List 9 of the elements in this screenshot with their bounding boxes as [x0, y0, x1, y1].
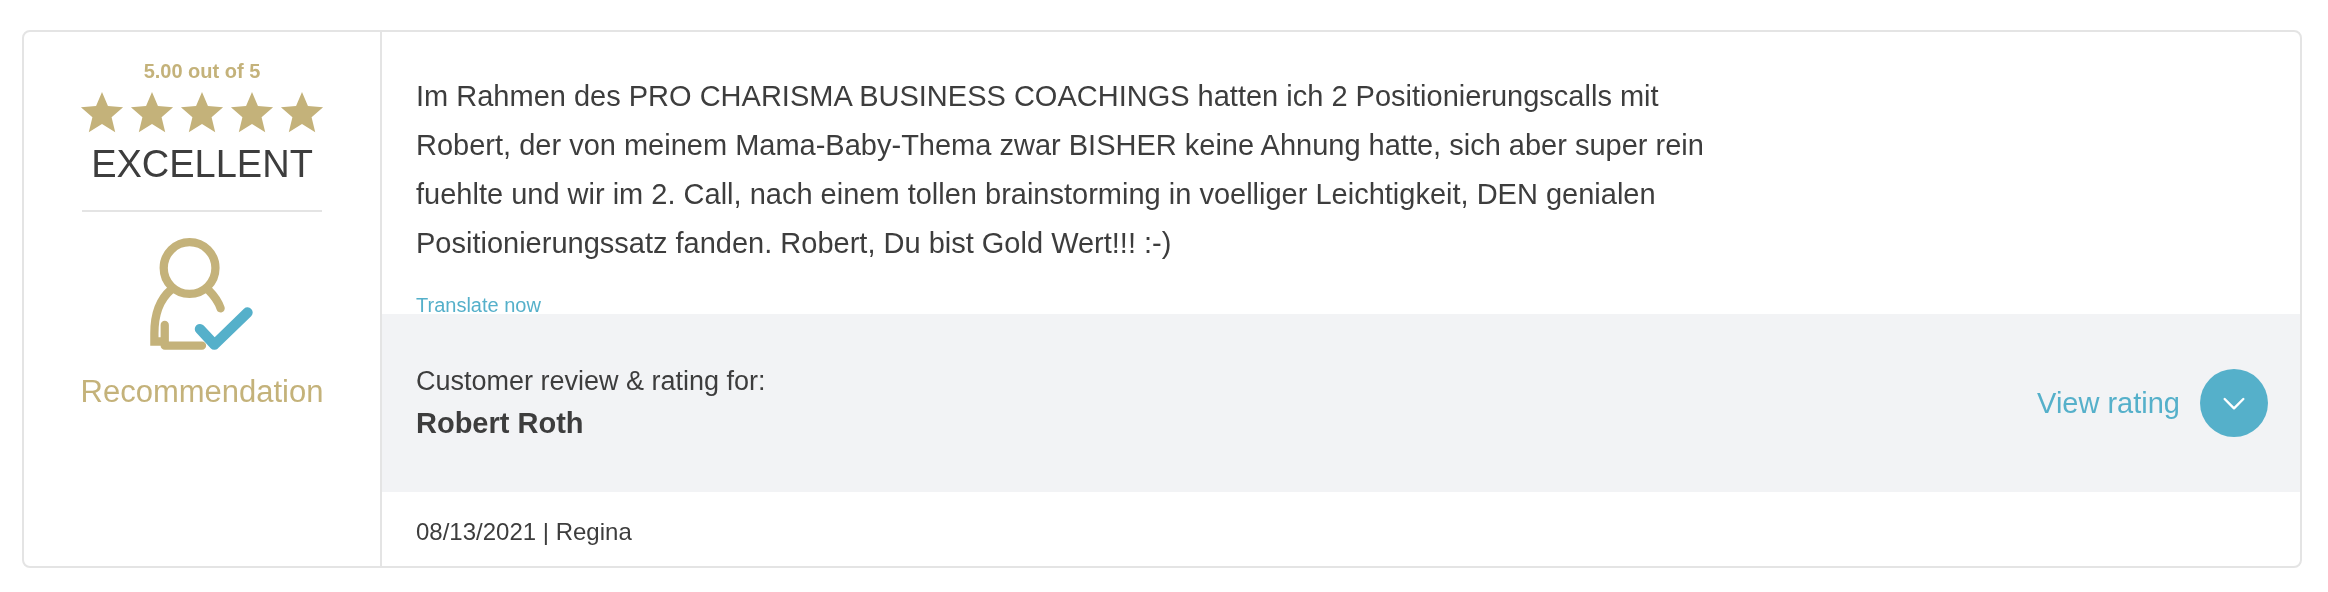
- badge-label: Recommendation: [80, 374, 324, 410]
- rating-verdict: EXCELLENT: [91, 143, 313, 186]
- review-meta: 08/13/2021 | Regina: [415, 518, 633, 546]
- translate-link[interactable]: Translate now: [416, 294, 541, 317]
- subject-name: Robert Roth: [416, 407, 585, 440]
- review-text: Im Rahmen des PRO CHARISMA BUSINESS COACHINGS hatten ich 2 Positionierungscalls mit Robert, der von meinem Mama-Baby-Thema zwar BISHER keine Ahnung hatte, sich aber super rein fuehlte und wir im 2. Call, nach einem tollen brainstorming in voelliger Leichtigkeit, DEN genialen Positionierungssatz fanden. Robert, Du bist Gold Wert!!! :-): [416, 79, 1705, 261]
- view-rating-link[interactable]: View rating: [2037, 386, 2180, 420]
- rating-score: 5.00 out of 5: [143, 60, 261, 83]
- subject-caption: Customer review & rating for:: [416, 366, 767, 397]
